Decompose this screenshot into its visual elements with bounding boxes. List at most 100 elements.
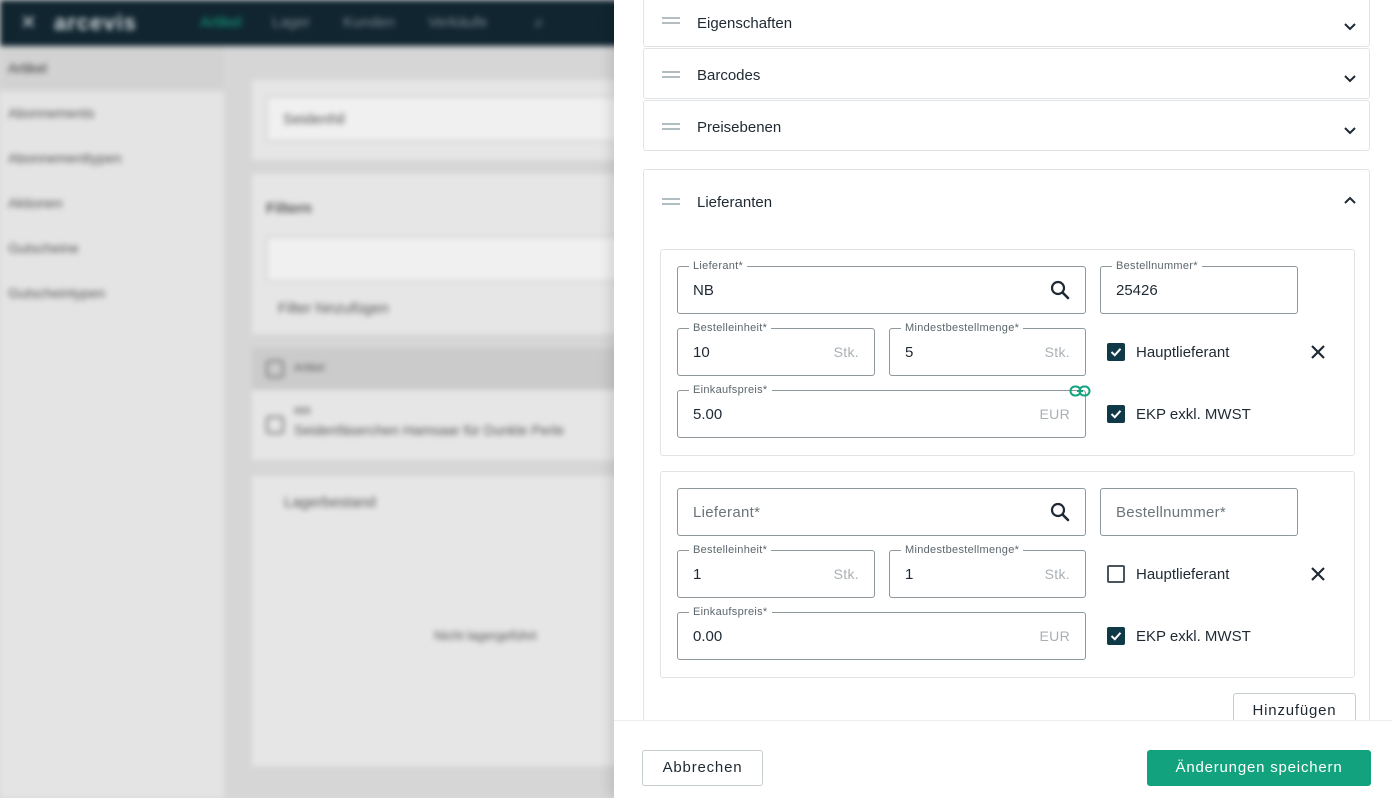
save-changes-button[interactable]: Änderungen speichern [1147,750,1371,786]
checkmark-icon [1110,632,1122,641]
main-supplier-checkbox[interactable] [1107,565,1125,583]
section-eigenschaften: Eigenschaften [643,0,1370,47]
search-icon[interactable] [1049,501,1071,523]
section-title: Preisebenen [697,119,782,136]
nav-verkaeufe[interactable]: Verkäufe [428,14,487,31]
chevron-down-icon[interactable] [1341,69,1359,87]
stock-card: Lagerbestand Nicht lagergeführt [252,476,624,766]
nav-artikel[interactable]: Artikel [200,14,242,31]
chevron-up-icon[interactable] [1341,192,1359,210]
checkmark-icon [1110,348,1122,357]
order-number-field[interactable]: Bestellnummer* [1100,488,1298,536]
edit-article-panel: Eigenschaften Barcodes Preisebenen Liefe… [614,0,1392,798]
section-title: Eigenschaften [697,15,793,32]
background-search-text: Seidenhil [283,111,345,128]
currency-suffix: EUR [1039,406,1070,422]
section-barcodes-header[interactable]: Barcodes [644,49,1369,99]
drag-handle-icon[interactable] [662,198,680,205]
panel-footer: Abbrechen Änderungen speichern [614,720,1392,798]
section-preisebenen-header[interactable]: Preisebenen [644,101,1369,151]
min-order-value: 5 [905,344,914,361]
drag-handle-icon[interactable] [662,17,680,24]
sidebar-item-gutscheintypen[interactable]: Gutscheintypen [0,271,224,316]
link-icon[interactable] [1069,384,1091,398]
nav-kunden[interactable]: Kunden [343,14,395,31]
min-order-label: Mindestbestellmenge* [901,544,1024,557]
supplier-card-1: Lieferant* NB Bestellnummer* 25426 Beste… [660,249,1355,456]
order-unit-suffix: Stk. [833,344,859,360]
ekp-excl-vat-label: EKP exkl. MWST [1136,406,1251,423]
close-icon[interactable] [1308,564,1328,584]
currency-suffix: EUR [1039,628,1070,644]
sidebar: Artikel Abonnements Abonnementtypen Akti… [0,46,224,798]
nav-lager[interactable]: Lager [272,14,310,31]
supplier-field-placeholder: Lieferant* [693,504,761,521]
order-number-placeholder: Bestellnummer* [1116,504,1227,521]
close-icon[interactable] [1308,342,1328,362]
purchase-price-label: Einkaufspreis* [689,384,772,397]
order-unit-field[interactable]: Bestelleinheit* 1 Stk. [677,544,875,598]
section-lieferanten-header[interactable]: Lieferanten [644,170,1369,236]
background-main: Seidenhil Filtern Filter hinzufügen Arti… [224,46,624,798]
sidebar-item-artikel[interactable]: Artikel [0,46,224,91]
section-preisebenen: Preisebenen [643,100,1370,151]
order-unit-field[interactable]: Bestelleinheit* 10 Stk. [677,322,875,376]
purchase-price-field[interactable]: Einkaufspreis* 0.00 EUR [677,606,1086,660]
nav-search-icon[interactable]: ⌕ [534,12,544,33]
table-header: Artikel [252,348,624,390]
stock-empty-text: Nicht lagergeführt [434,628,537,643]
supplier-field[interactable]: Lieferant* [677,488,1086,536]
select-all-checkbox[interactable] [266,360,284,378]
min-order-field[interactable]: Mindestbestellmenge* 1 Stk. [889,544,1086,598]
stock-heading: Lagerbestand [284,494,376,511]
section-title: Barcodes [697,67,761,84]
drag-handle-icon[interactable] [662,123,680,130]
column-header: Artikel [294,362,325,374]
order-unit-label: Bestelleinheit* [689,322,772,335]
table-row[interactable]: 888 Seidenfäserchen Hamsaar für Dunkle P… [252,390,624,460]
min-order-label: Mindestbestellmenge* [901,322,1024,335]
search-icon[interactable] [1049,279,1071,301]
add-filter-link[interactable]: Filter hinzufügen [278,300,389,317]
supplier-field-value: NB [693,282,714,299]
section-barcodes: Barcodes [643,48,1370,99]
section-eigenschaften-header[interactable]: Eigenschaften [644,0,1369,47]
order-unit-value: 10 [693,344,710,361]
chevron-down-icon[interactable] [1341,121,1359,139]
purchase-price-label: Einkaufspreis* [689,606,772,619]
order-unit-suffix: Stk. [833,566,859,582]
app-logo: arcevis [54,10,137,35]
logo-mark-icon: ✕ [20,12,37,34]
sidebar-item-aktionen[interactable]: Aktionen [0,181,224,226]
ekp-excl-vat-label: EKP exkl. MWST [1136,628,1251,645]
row-code: 888 [294,406,311,417]
order-unit-label: Bestelleinheit* [689,544,772,557]
supplier-field[interactable]: Lieferant* NB [677,260,1086,314]
min-order-suffix: Stk. [1044,344,1070,360]
drag-handle-icon[interactable] [662,71,680,78]
sidebar-item-gutscheine[interactable]: Gutscheine [0,226,224,271]
filter-card: Filtern Filter hinzufügen [252,174,624,334]
order-number-field[interactable]: Bestellnummer* 25426 [1100,260,1298,314]
ekp-excl-vat-checkbox[interactable] [1107,405,1125,423]
order-unit-value: 1 [693,566,702,583]
min-order-value: 1 [905,566,914,583]
main-supplier-checkbox[interactable] [1107,343,1125,361]
chevron-down-icon[interactable] [1341,17,1359,35]
purchase-price-field[interactable]: Einkaufspreis* 5.00 EUR [677,384,1086,438]
cancel-button[interactable]: Abbrechen [642,750,763,786]
min-order-field[interactable]: Mindestbestellmenge* 5 Stk. [889,322,1086,376]
section-title: Lieferanten [697,194,773,211]
supplier-card-2: Lieferant* Bestellnummer* Bestelleinheit… [660,471,1355,678]
main-supplier-label: Hauptlieferant [1136,344,1230,361]
filter-input[interactable] [266,236,624,282]
purchase-price-value: 0.00 [693,628,723,645]
sidebar-item-abonnements[interactable]: Abonnements [0,91,224,136]
search-card: Seidenhil [252,80,624,160]
order-number-label: Bestellnummer* [1112,260,1202,273]
row-checkbox[interactable] [266,416,284,434]
background-search-input[interactable]: Seidenhil [266,96,624,142]
sidebar-item-abonnementtypen[interactable]: Abonnementtypen [0,136,224,181]
section-lieferanten: Lieferanten Lieferant* NB Bestellnummer*… [643,169,1370,739]
ekp-excl-vat-checkbox[interactable] [1107,627,1125,645]
